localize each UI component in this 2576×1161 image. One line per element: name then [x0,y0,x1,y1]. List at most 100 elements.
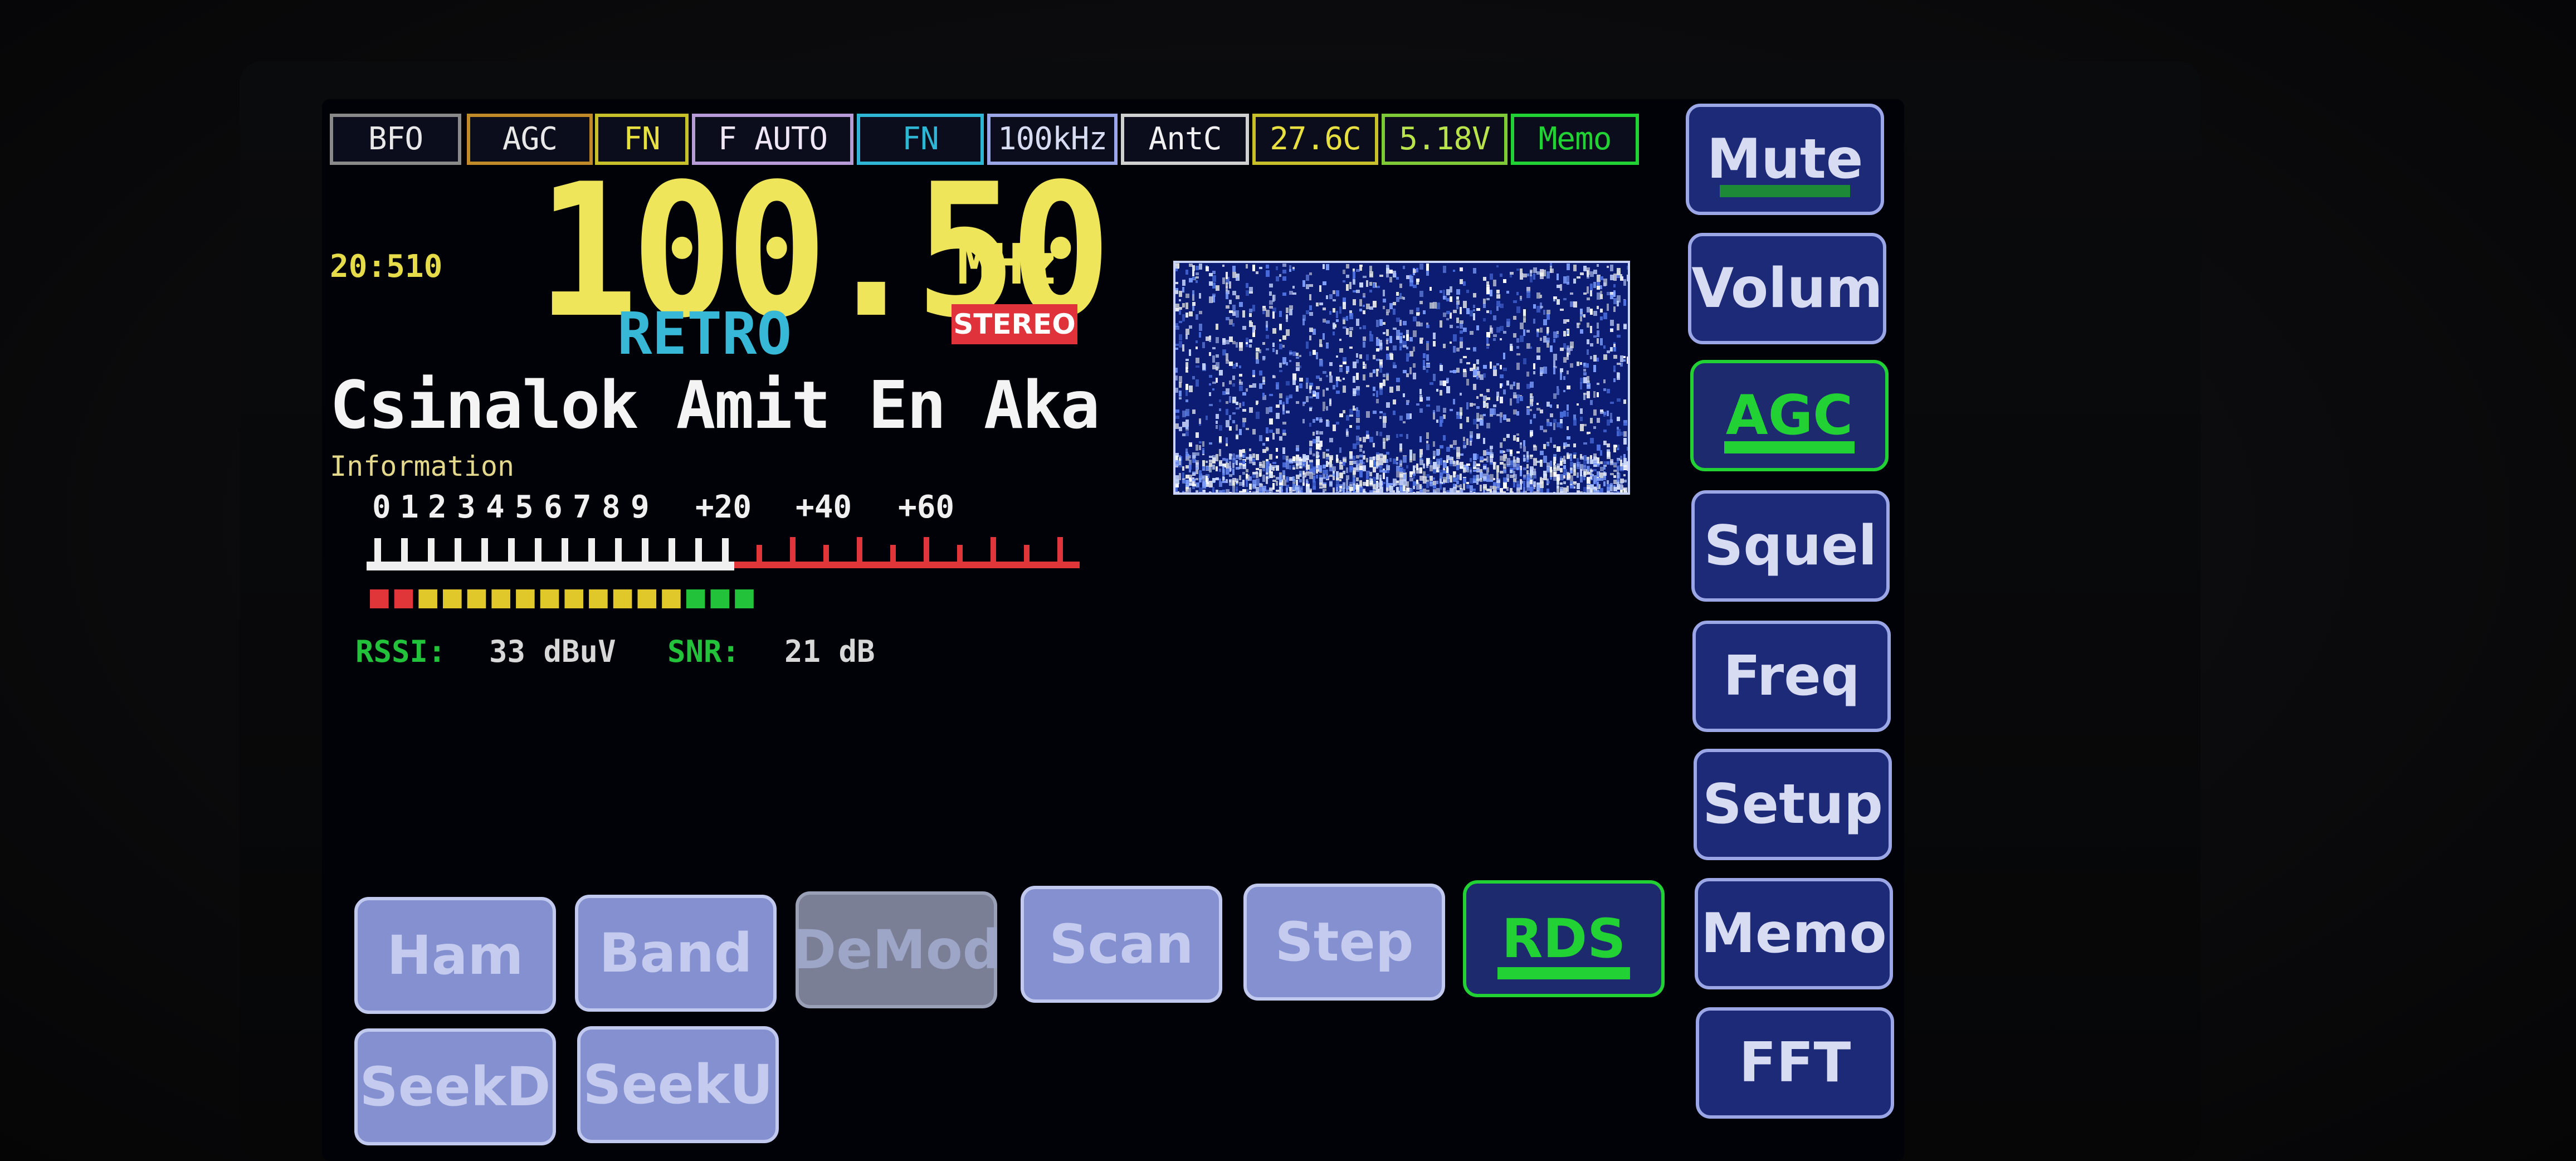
smeter-label: 6 [544,489,563,525]
snr-label: SNR: [667,634,740,669]
fft-waterfall[interactable] [1173,261,1630,495]
smeter-tick [669,538,675,565]
status-chip-voltage: 5.18V [1382,114,1507,165]
smeter-tick [508,538,515,565]
ham-button[interactable]: Ham [354,897,556,1014]
station-name: RETRO [617,300,792,368]
freq-button[interactable]: Freq [1692,621,1891,732]
rssi-label: RSSI: [355,634,446,669]
volume-button-label: Volum [1691,257,1883,320]
smeter-level-segment [662,589,681,608]
smeter-tick [374,538,381,565]
band-button[interactable]: Band [575,895,777,1012]
agc-button[interactable]: AGC [1690,360,1889,471]
smeter-label: 8 [602,489,621,525]
smeter-tick-over [857,537,862,565]
mute-button-label: Mute [1706,128,1863,191]
smeter-level-segment [564,589,584,608]
smeter-level-segment [540,589,559,608]
smeter-tick-over [1024,545,1030,565]
fft-button-label: FFT [1739,1031,1851,1095]
status-chip-memo[interactable]: Memo [1511,114,1639,165]
smeter-label: +60 [898,489,955,525]
freq-button-label: Freq [1723,645,1860,708]
smeter-tick-over [924,537,929,565]
smeter-level-segment [443,589,462,608]
smeter-label: 7 [573,489,592,525]
smeter-level-segment [735,589,754,608]
clock-time: 20:510 [330,248,443,285]
smeter-label: 3 [457,489,476,525]
smeter-tick-over [991,537,996,565]
scan-button-label: Scan [1049,913,1194,975]
smeter-level-segment [491,589,510,608]
fft-waterfall-image [1175,263,1628,492]
smeter-label: +40 [796,489,852,525]
smeter-tick [722,538,729,565]
seek-down-button[interactable]: SeekD [354,1028,556,1145]
smeter-label: +20 [695,489,752,525]
mute-button[interactable]: Mute [1686,104,1884,215]
rds-indicator [1497,967,1630,979]
seek-up-button-label: SeekU [583,1053,773,1116]
seek-down-button-label: SeekD [359,1056,551,1118]
smeter-tick-over [957,545,963,565]
radio-screen: BFO AGC FN F AUTO FN 100kHz AntC 27.6C 5… [322,99,1904,1161]
smeter-level-segment [370,589,389,608]
smeter-tick [615,538,622,565]
smeter-tick-over [790,537,796,565]
smeter-ticks [367,537,1080,570]
information-label: Information [330,450,515,482]
rds-button-label: RDS [1501,908,1626,970]
smeter-level-segment [710,589,730,608]
smeter-tick [401,538,408,565]
mute-indicator [1720,185,1850,197]
smeter-level-bar [370,589,754,608]
smeter-tick [535,538,541,565]
demod-button[interactable]: DeMod [792,891,1001,1008]
smeter-tick [695,538,702,565]
status-chip-temperature: 27.6C [1252,114,1378,165]
smeter-tick [562,538,568,565]
status-chip-bfo[interactable]: BFO [330,114,461,165]
smeter-tick [481,538,488,565]
smeter-tick-over [823,545,829,565]
setup-button-label: Setup [1702,773,1883,836]
agc-indicator [1724,441,1855,453]
smeter-tick [588,538,595,565]
stereo-badge: STEREO [952,304,1077,344]
step-button[interactable]: Step [1243,884,1445,1001]
rssi-value: 33 dBuV [489,634,616,669]
smeter-tick-over [1057,537,1063,565]
fft-button[interactable]: FFT [1696,1007,1894,1119]
demod-button-label: DeMod [792,919,1001,981]
smeter-label: 5 [515,489,534,525]
step-button-label: Step [1275,911,1414,973]
smeter-scale-line-white [367,562,734,570]
smeter-level-segment [418,589,437,608]
snr-value: 21 dB [784,634,875,669]
squelch-button[interactable]: Squel [1691,490,1890,602]
scan-button[interactable]: Scan [1021,886,1222,1003]
status-chip-antenna[interactable]: AntC [1121,114,1249,165]
ham-button-label: Ham [387,924,524,987]
squelch-button-label: Squel [1704,514,1877,578]
seek-up-button[interactable]: SeekU [577,1026,779,1143]
frequency-unit: MHz [957,232,1058,297]
smeter-tick [642,538,648,565]
smeter-level-segment [467,589,486,608]
smeter-level-segment [394,589,413,608]
setup-button[interactable]: Setup [1694,749,1892,860]
smeter-label: 1 [400,489,419,525]
rds-button[interactable]: RDS [1463,880,1665,997]
smeter-label: 4 [486,489,505,525]
smeter-tick-over [757,545,762,565]
smeter-level-segment [516,589,535,608]
memo-button[interactable]: Memo [1695,878,1893,989]
volume-button[interactable]: Volum [1688,233,1886,344]
smeter-gauge [367,537,1080,608]
smeter-label: 0 [372,489,391,525]
smeter-level-segment [686,589,705,608]
rds-radiotext: Csinalok Amit En Aka [330,367,1100,443]
smeter-tick [455,538,461,565]
